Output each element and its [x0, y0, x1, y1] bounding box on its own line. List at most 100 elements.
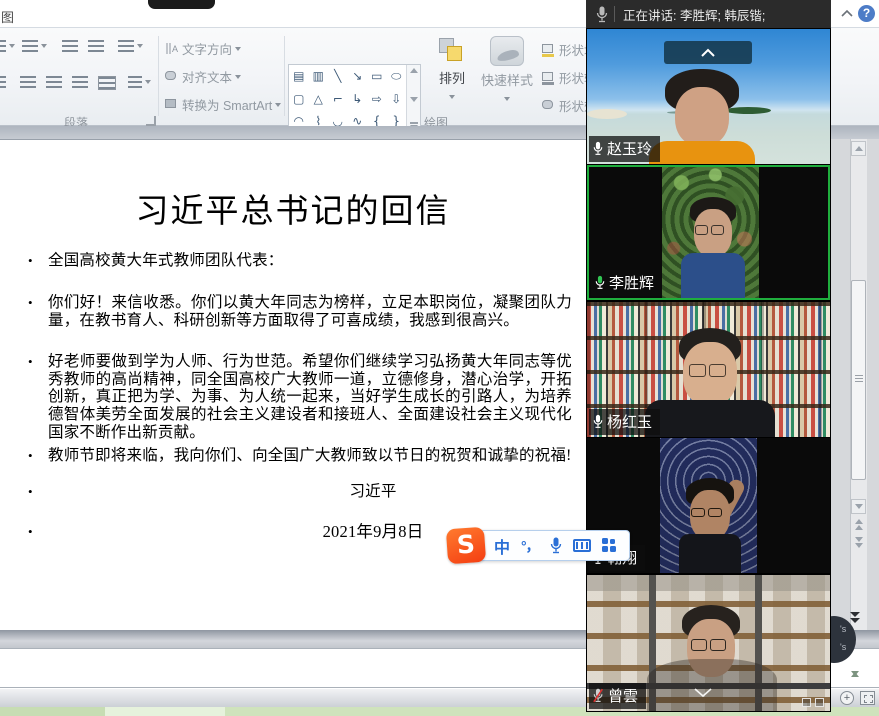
shape-outline-icon [541, 71, 556, 85]
align-text-button[interactable]: 对齐文本 [164, 67, 241, 86]
increase-indent-icon [88, 40, 104, 52]
shirt [679, 534, 741, 573]
slide-paragraph[interactable]: 好老师要做到学为人师、行为世范。希望你们继续学习弘扬黄大年同志等优秀教师的高尚精… [48, 353, 572, 441]
document-right-margin [831, 139, 879, 630]
quick-styles-button[interactable]: 快速样式 [478, 36, 536, 107]
speaking-banner: 正在讲话: 李胜辉; 韩辰锴; [586, 0, 831, 28]
distribute-button[interactable] [98, 76, 116, 90]
shapes-scroll-down-icon[interactable] [410, 97, 418, 102]
align-center-icon [20, 76, 36, 88]
align-center-button[interactable] [20, 76, 36, 88]
justify-button[interactable] [72, 76, 88, 88]
ime-pill: 中 °， [479, 530, 630, 561]
toolbox-grid-icon[interactable] [602, 538, 617, 553]
fit-to-window-button[interactable] [860, 691, 875, 705]
text-direction-button[interactable]: A 文字方向 [164, 39, 241, 58]
microphone-active-icon [595, 275, 605, 290]
shape-rectangle-icon[interactable]: ▭ [367, 65, 387, 88]
arrange-button[interactable]: 排列 [430, 38, 474, 105]
more-participants-chevron-icon[interactable] [692, 685, 714, 703]
align-right-button[interactable] [46, 76, 62, 88]
scrollbar-thumb[interactable] [851, 280, 866, 480]
shape-rounded-rect-icon[interactable]: ▢ [289, 88, 309, 111]
numbering-button[interactable] [22, 40, 47, 52]
sand [587, 109, 627, 119]
bullet-marker: • [28, 354, 33, 370]
svg-text:A: A [172, 44, 178, 54]
slide-signature[interactable]: 习近平 [48, 483, 586, 501]
shape-line-icon[interactable]: ╲ [328, 65, 348, 88]
numbering-icon [22, 40, 38, 52]
participant-name-tag: 曾雲 [589, 683, 646, 709]
shape-fill-icon [541, 43, 556, 57]
tile-expand-icon[interactable] [815, 698, 824, 707]
bullets-button[interactable] [0, 40, 15, 52]
align-text-icon [164, 70, 179, 84]
microphone-icon [593, 141, 603, 156]
ime-toolbar: S 中 °， [447, 527, 630, 564]
ime-language-toggle[interactable]: 中 [494, 534, 510, 558]
bullet-marker: • [28, 295, 33, 311]
bullet-marker: • [28, 484, 33, 500]
shape-vertical-textbox-icon[interactable]: ▥ [309, 65, 329, 88]
voice-input-icon[interactable] [550, 537, 562, 554]
participant-tile[interactable]: 赵玉玲 [587, 29, 830, 164]
tile-minimize-icon[interactable] [802, 698, 811, 707]
shape-ellipse-icon[interactable]: ⬭ [387, 65, 407, 88]
next-slide-button[interactable] [851, 537, 866, 548]
smartart-button[interactable]: 转换为 SmartArt [164, 95, 281, 114]
glasses [691, 508, 722, 517]
columns-button[interactable] [128, 76, 151, 88]
scroll-down-button[interactable] [851, 499, 866, 514]
bullet-marker: • [28, 253, 33, 269]
tile-controls [802, 698, 824, 707]
chevron-up-icon [700, 48, 716, 58]
speaking-banner-text: 正在讲话: 李胜辉; 韩辰锴; [623, 5, 765, 24]
notes-scroll-down-icon[interactable] [851, 676, 859, 694]
smartart-icon [164, 98, 179, 112]
align-left-button[interactable] [0, 76, 6, 88]
shape-triangle-icon[interactable]: △ [309, 88, 329, 111]
slide-title[interactable]: 习近平总书记的回信 [0, 184, 586, 232]
participant-tile[interactable]: 杨红玉 [587, 302, 830, 437]
shape-textbox-icon[interactable]: ▤ [289, 65, 309, 88]
sogou-logo[interactable]: S [446, 527, 486, 565]
previous-slide-button[interactable] [851, 519, 866, 530]
slide-paragraph[interactable]: 全国高校黄大年式教师团队代表： [48, 252, 572, 270]
shapes-gallery-scroll[interactable] [406, 65, 420, 133]
shape-down-arrow-icon[interactable]: ⇩ [387, 88, 407, 111]
shape-effects-icon [541, 99, 556, 113]
shape-right-arrow-icon[interactable]: ⇨ [367, 88, 387, 111]
ime-punctuation-toggle[interactable]: °， [521, 536, 539, 556]
quick-styles-icon [490, 36, 524, 66]
decrease-indent-button[interactable] [62, 40, 78, 52]
keyboard-icon[interactable] [573, 539, 591, 552]
shape-arrow-line-icon[interactable]: ↘ [348, 65, 368, 88]
tab-view-partial[interactable]: 图 [1, 7, 14, 26]
slide-paragraph[interactable]: 你们好！来信收悉。你们以黄大年同志为榜样，立足本职岗位，凝聚团队力量，在教书育人… [48, 294, 572, 329]
scroll-up-button[interactable] [851, 141, 866, 156]
slide-paragraph[interactable]: 教师节即将来临，我向你们、向全国广大教师致以节日的祝贺和诚挚的祝福! [48, 447, 572, 465]
arrange-icon [439, 38, 465, 64]
participant-tile-speaking[interactable]: 李胜辉 [587, 165, 830, 300]
screen: 图 ? 段落 A 文字方向 对齐文本 [0, 0, 879, 716]
line-spacing-button[interactable] [118, 40, 143, 52]
increase-indent-button[interactable] [88, 40, 104, 52]
paragraph-dialog-launcher[interactable] [146, 116, 156, 126]
meeting-video-panel: 正在讲话: 李胜辉; 韩辰锴; 赵玉玲 [586, 0, 831, 712]
shape-elbow-icon[interactable]: ⌐ [328, 88, 348, 111]
shirt [681, 253, 745, 300]
help-button[interactable]: ? [858, 5, 875, 22]
participant-tile[interactable]: 曾雲 [587, 575, 830, 711]
shape-elbow-arrow-icon[interactable]: ↳ [348, 88, 368, 111]
taskbar-segment [105, 707, 225, 716]
taskbar-segment [0, 707, 105, 716]
collapse-panel-button[interactable] [664, 41, 752, 64]
glasses [691, 639, 726, 651]
minimize-ribbon-icon[interactable] [840, 8, 854, 18]
bullets-icon [0, 40, 6, 52]
align-left-icon [0, 76, 6, 88]
text-direction-icon: A [164, 41, 179, 56]
next-slide-shortcut-icon[interactable] [850, 612, 860, 623]
shapes-scroll-up-icon[interactable] [410, 68, 418, 73]
